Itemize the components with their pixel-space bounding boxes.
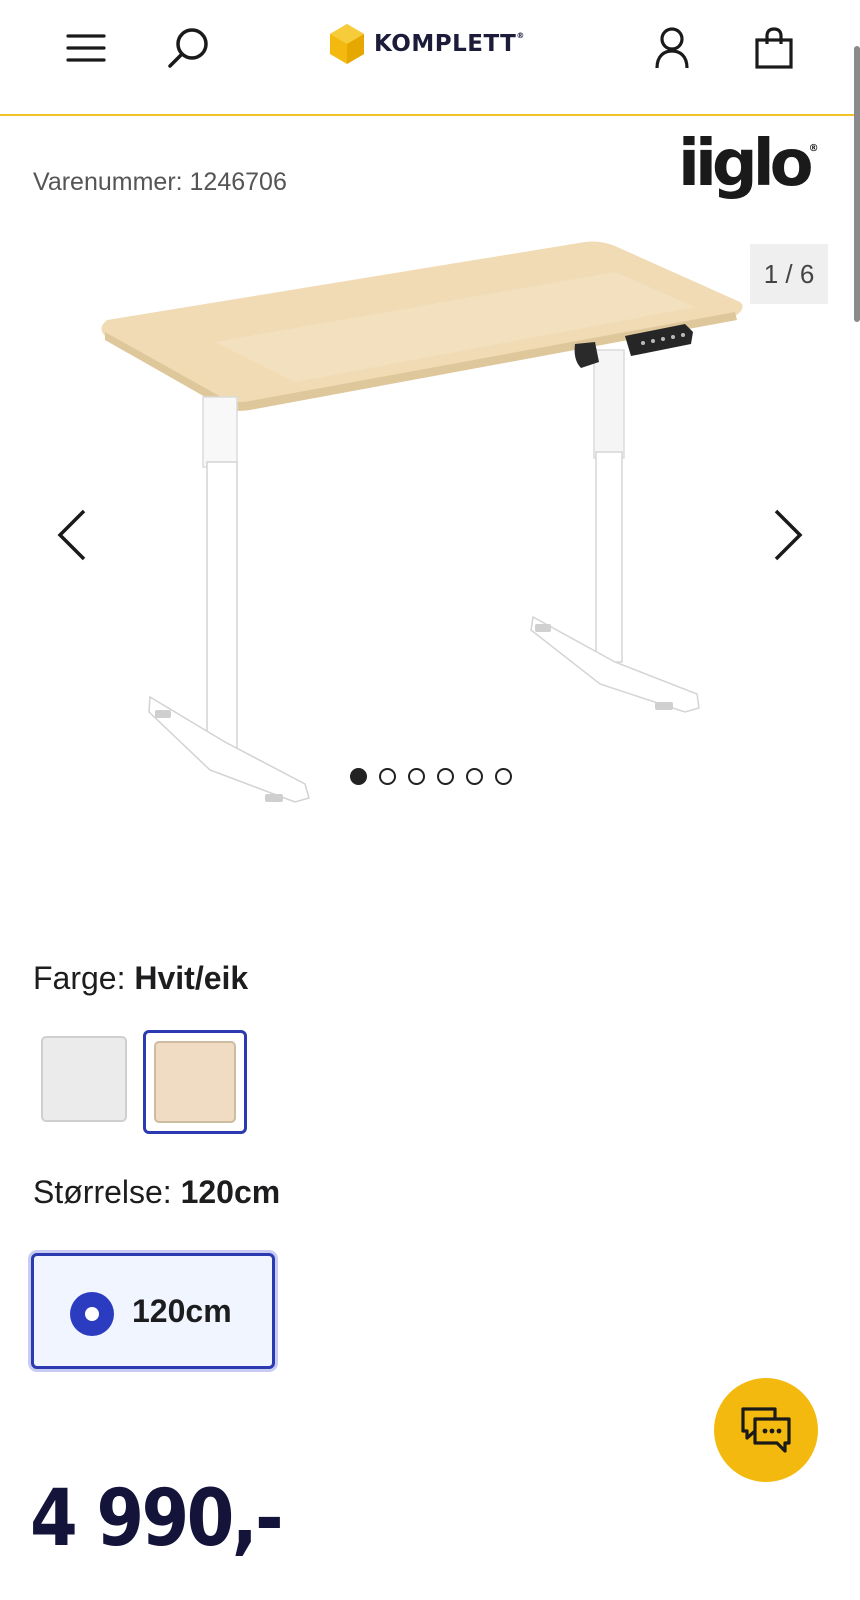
size-option-label: Størrelse: 120cm xyxy=(33,1174,281,1210)
carousel-dot-1[interactable] xyxy=(350,768,367,785)
sku-number: Varenummer: 1246706 xyxy=(33,168,287,196)
search-icon[interactable] xyxy=(162,22,214,74)
shopping-bag-icon[interactable] xyxy=(748,22,800,74)
user-icon[interactable] xyxy=(646,22,698,74)
size-option-120cm[interactable]: 120cm xyxy=(31,1253,275,1369)
prev-image-arrow-icon[interactable] xyxy=(46,500,96,570)
color-swatch-white-oak[interactable] xyxy=(143,1030,247,1134)
hamburger-menu-icon[interactable] xyxy=(60,22,112,74)
komplett-logo[interactable]: KOMPLETT® xyxy=(328,22,525,66)
radio-selected-icon[interactable] xyxy=(70,1292,114,1336)
swatch-fill xyxy=(154,1041,236,1123)
swatch-fill xyxy=(41,1036,127,1122)
size-option-label-text: 120cm xyxy=(132,1293,232,1329)
color-option-label: Farge: Hvit/eik xyxy=(33,960,249,996)
carousel-dot-2[interactable] xyxy=(379,768,396,785)
carousel-dot-6[interactable] xyxy=(495,768,512,785)
carousel-dot-5[interactable] xyxy=(466,768,483,785)
product-image[interactable] xyxy=(95,232,775,822)
brand-logo[interactable]: iiglo® xyxy=(678,132,819,196)
next-image-arrow-icon[interactable] xyxy=(764,500,814,570)
komplett-logo-icon xyxy=(330,24,364,64)
logo-wordmark: KOMPLETT® xyxy=(374,31,525,57)
color-swatch-white[interactable] xyxy=(35,1030,139,1134)
page-scrollbar[interactable] xyxy=(854,46,860,322)
selected-color-value: Hvit/eik xyxy=(134,960,249,996)
site-header: KOMPLETT® xyxy=(0,0,860,116)
selected-size-value: 120cm xyxy=(180,1174,281,1210)
chat-bubbles-icon[interactable] xyxy=(714,1378,818,1482)
carousel-dot-4[interactable] xyxy=(437,768,454,785)
image-carousel-dots xyxy=(350,768,512,785)
carousel-dot-3[interactable] xyxy=(408,768,425,785)
product-price: 4 990,- xyxy=(30,1474,284,1564)
